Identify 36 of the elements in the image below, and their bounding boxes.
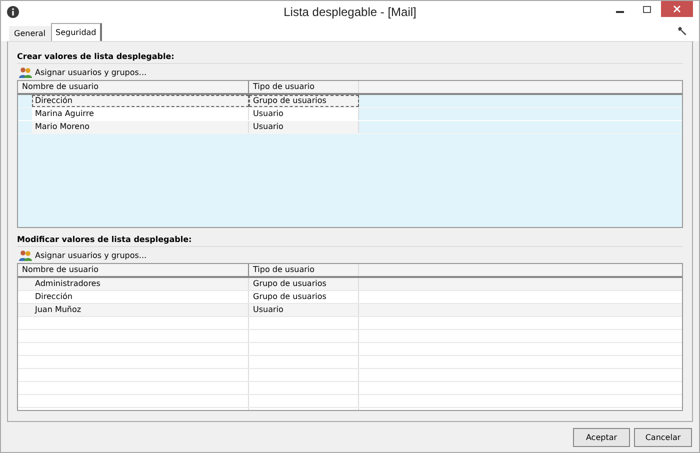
user-grid[interactable]: Nombre de usuario Tipo de usuario Dirección Grupo de usuarios Marina Aguirre Usuario Mario Moreno Usuario — [17, 80, 683, 228]
section-heading: Crear valores de lista desplegable: — [17, 50, 683, 64]
table-row[interactable]: Mario Moreno Usuario — [18, 121, 682, 134]
column-header[interactable]: Tipo de usuario — [249, 264, 359, 276]
table-row[interactable]: Dirección Grupo de usuarios — [18, 291, 682, 304]
assign-users-button[interactable]: Asignar usuarios y grupos... — [17, 64, 149, 80]
table-cell: Marina Aguirre — [32, 108, 249, 120]
table-row[interactable]: Dirección Grupo de usuarios — [18, 95, 682, 108]
table-cell: Mario Moreno — [32, 121, 249, 133]
cancel-button[interactable]: Cancelar — [634, 428, 692, 446]
table-cell: Grupo de usuarios — [249, 291, 359, 303]
window-title: Lista desplegable - [Mail] — [284, 5, 416, 19]
table-cell: Administradores — [32, 278, 249, 290]
table-cell: Dirección — [32, 291, 249, 303]
user-grid[interactable]: Nombre de usuario Tipo de usuario Administradores Grupo de usuarios Dirección Grupo de usuarios Juan Muñoz Usuario — [17, 263, 683, 411]
column-header[interactable]: Tipo de usuario — [249, 81, 359, 93]
column-header[interactable]: Nombre de usuario — [18, 81, 249, 93]
ok-button[interactable]: Aceptar — [573, 428, 630, 446]
info-icon — [7, 6, 19, 18]
users-icon — [19, 66, 32, 78]
table-row[interactable]: Marina Aguirre Usuario — [18, 108, 682, 121]
table-cell: Grupo de usuarios — [249, 278, 359, 290]
wrench-icon[interactable] — [677, 26, 687, 36]
column-header[interactable]: Nombre de usuario — [18, 264, 249, 276]
table-cell: Dirección — [32, 95, 249, 107]
assign-users-button[interactable]: Asignar usuarios y grupos... — [17, 247, 149, 263]
table-row[interactable]: Administradores Grupo de usuarios — [18, 278, 682, 291]
table-row[interactable]: Juan Muñoz Usuario — [18, 304, 682, 317]
table-cell: Grupo de usuarios — [249, 95, 359, 107]
table-cell: Usuario — [249, 304, 359, 316]
users-icon — [19, 250, 32, 260]
tab[interactable]: Seguridad — [50, 23, 102, 41]
close-button[interactable] — [661, 1, 693, 17]
tab[interactable]: General — [9, 26, 51, 41]
section-heading: Modificar valores de lista desplegable: — [17, 233, 683, 247]
table-cell: Juan Muñoz — [32, 304, 249, 316]
